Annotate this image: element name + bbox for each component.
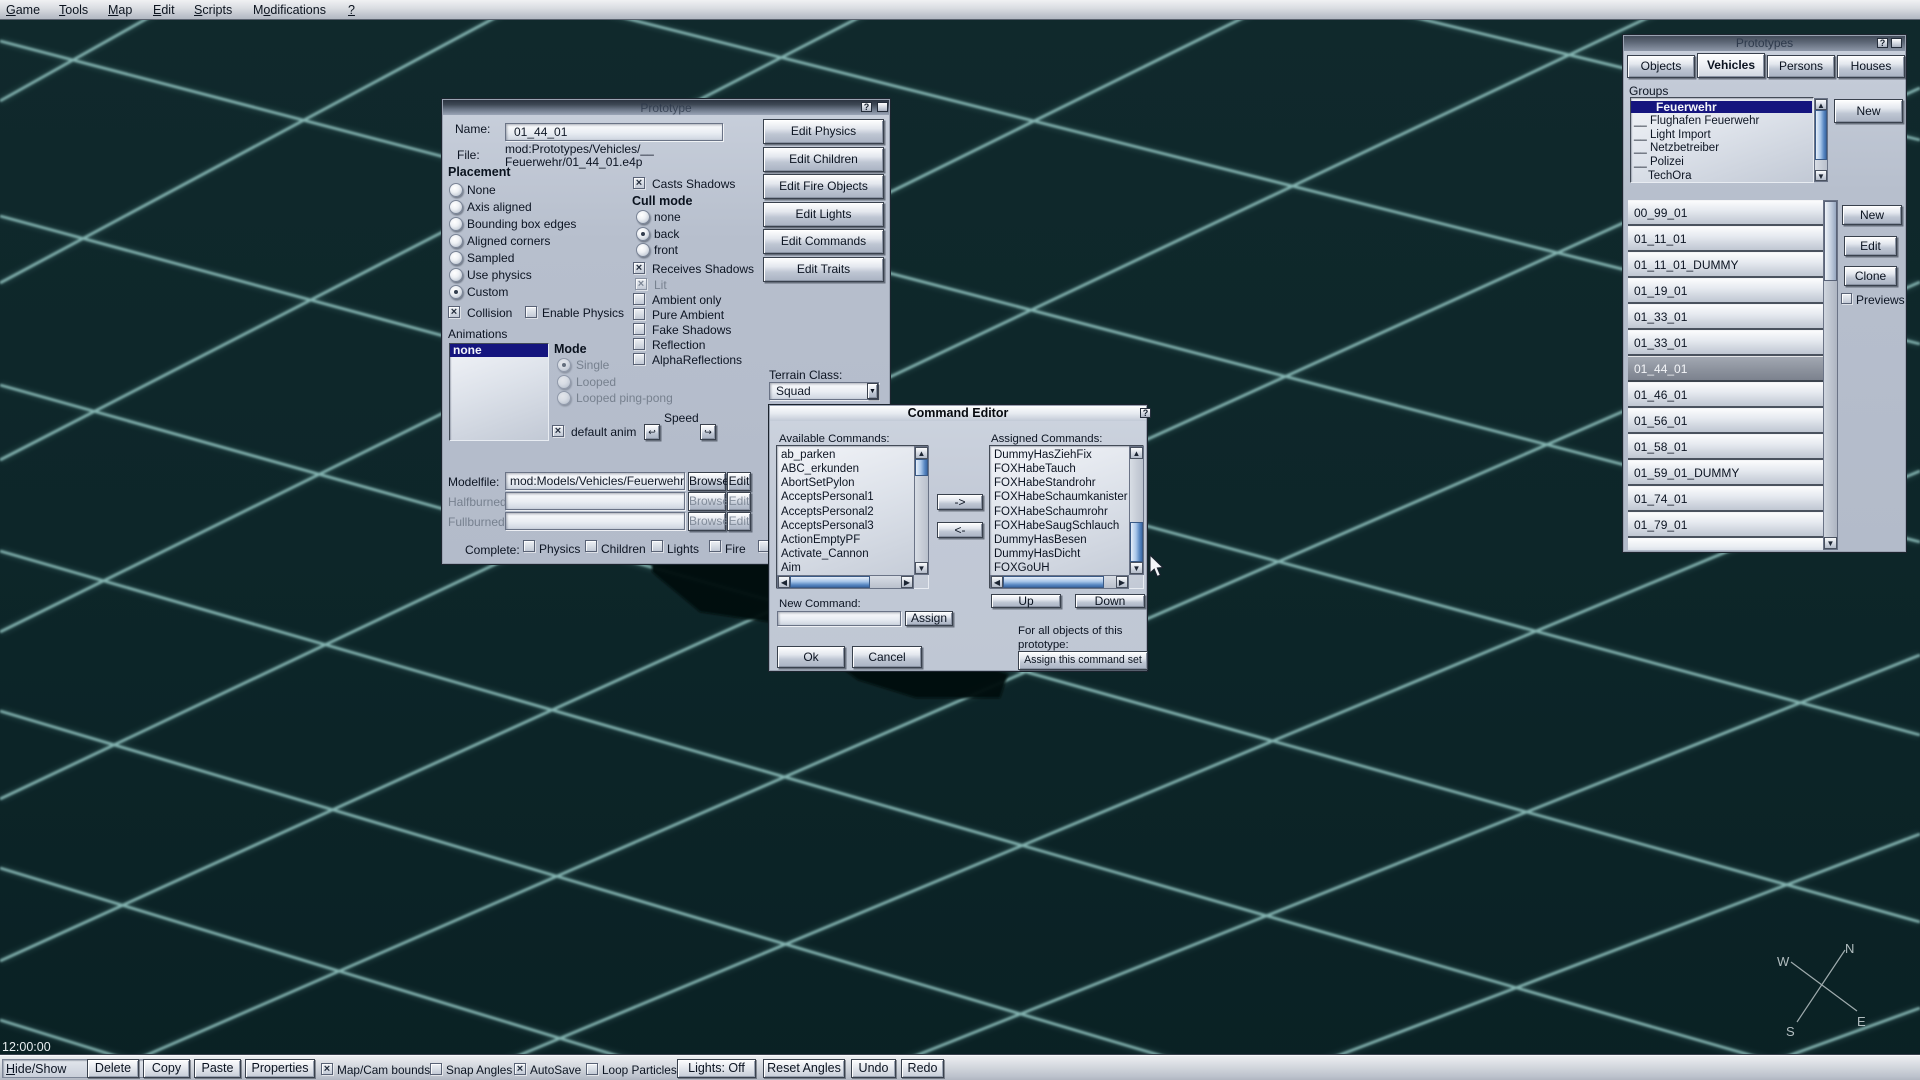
svg-text:E: E: [1857, 1014, 1866, 1029]
svg-text:S: S: [1786, 1024, 1795, 1039]
svg-text:N: N: [1845, 941, 1854, 956]
svg-text:W: W: [1777, 954, 1790, 969]
